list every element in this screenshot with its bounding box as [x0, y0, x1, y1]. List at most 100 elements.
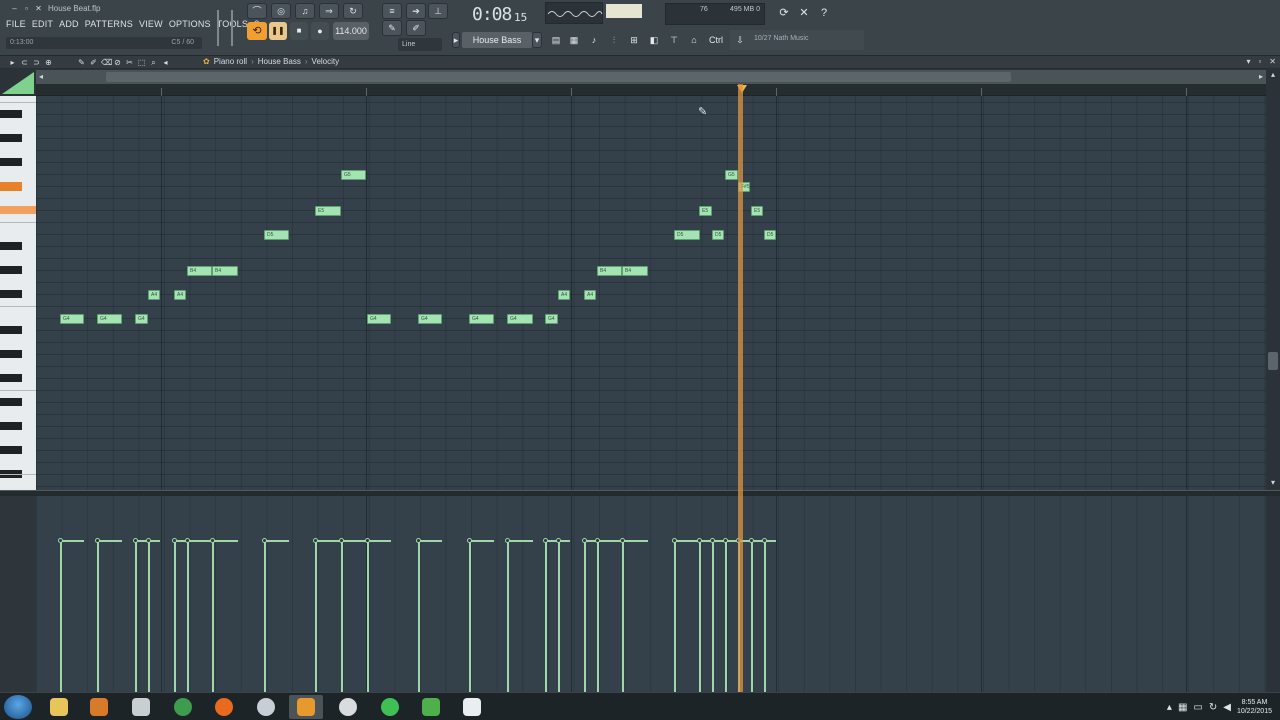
maximize-icon[interactable]: ▫: [1258, 57, 1261, 66]
online-icon[interactable]: Ctrl: [706, 32, 726, 48]
velocity-stem[interactable]: [674, 540, 676, 692]
velocity-handle[interactable]: [172, 538, 177, 543]
note[interactable]: E5: [699, 206, 712, 216]
black-key[interactable]: [0, 110, 22, 118]
browser-icon[interactable]: ⊞: [626, 32, 642, 48]
velocity-stem[interactable]: [751, 540, 753, 692]
note[interactable]: A4: [558, 290, 570, 300]
stop-button[interactable]: ■: [290, 22, 308, 40]
brush-tool-icon[interactable]: ✐: [89, 57, 98, 68]
touch-controller-icon[interactable]: ⊤: [666, 32, 682, 48]
note[interactable]: G4: [97, 314, 122, 324]
highlighted-key[interactable]: [0, 182, 22, 191]
system-clock[interactable]: 8:55 AM 10/22/2015: [1237, 698, 1272, 716]
record-button[interactable]: ●: [311, 22, 329, 40]
velocity-handle[interactable]: [710, 538, 715, 543]
loop-record-icon[interactable]: ↻: [343, 3, 363, 19]
spotify-task[interactable]: [373, 695, 407, 719]
black-key[interactable]: [0, 134, 22, 142]
close-icon[interactable]: ✕: [34, 4, 43, 13]
velocity-stem[interactable]: [712, 540, 714, 692]
step-edit-icon[interactable]: ♫: [295, 3, 315, 19]
velocity-handle[interactable]: [95, 538, 100, 543]
black-key[interactable]: [0, 398, 22, 406]
velocity-stem[interactable]: [135, 540, 137, 692]
metronome-icon[interactable]: ⌒: [247, 3, 267, 19]
note[interactable]: D5: [764, 230, 776, 240]
velocity-stem[interactable]: [212, 540, 214, 692]
delete-tool-icon[interactable]: ⌫: [101, 57, 112, 68]
stamp-tool-icon[interactable]: ⊕: [44, 57, 53, 68]
velocity-stem[interactable]: [60, 540, 62, 692]
velocity-handle[interactable]: [672, 538, 677, 543]
black-key[interactable]: [0, 350, 22, 358]
breadcrumb-event[interactable]: Velocity: [312, 57, 340, 66]
playback-tool-icon[interactable]: ◂: [161, 57, 170, 68]
event-editor-target[interactable]: [0, 496, 36, 692]
camtasia-recorder-task[interactable]: [455, 695, 489, 719]
pencil-tool-icon[interactable]: ✎: [77, 57, 86, 68]
snap-icon[interactable]: ⊃: [32, 57, 41, 68]
black-key[interactable]: [0, 242, 22, 250]
note[interactable]: B4: [622, 266, 648, 276]
stamp-icon[interactable]: ⊥: [428, 3, 448, 19]
velocity-stem[interactable]: [367, 540, 369, 692]
menu-file[interactable]: FILE: [6, 17, 26, 31]
countdown-icon[interactable]: ◎: [271, 3, 291, 19]
velocity-handle[interactable]: [146, 538, 151, 543]
channel-selector[interactable]: ⇩ 10/27 Nath Music: [730, 30, 864, 50]
mute-tool-icon[interactable]: ⊘: [113, 57, 122, 68]
velocity-stem[interactable]: [584, 540, 586, 692]
black-key[interactable]: [0, 158, 22, 166]
velocity-handle[interactable]: [58, 538, 63, 543]
note[interactable]: G5: [341, 170, 366, 180]
scroll-down-icon[interactable]: ▾: [1266, 478, 1280, 487]
sync-icon[interactable]: ↻: [1209, 702, 1217, 713]
velocity-handle[interactable]: [620, 538, 625, 543]
black-key[interactable]: [0, 290, 22, 298]
velocity-stem[interactable]: [469, 540, 471, 692]
note[interactable]: G4: [418, 314, 442, 324]
velocity-editor[interactable]: [36, 496, 1266, 692]
note[interactable]: G4: [469, 314, 494, 324]
scroll-left-icon[interactable]: ◂: [36, 70, 46, 84]
snap-select[interactable]: Line: [398, 38, 442, 51]
velocity-stem[interactable]: [187, 540, 189, 692]
help-icon[interactable]: ?: [816, 5, 832, 21]
note[interactable]: G4: [507, 314, 533, 324]
note[interactable]: G5: [725, 170, 738, 180]
event-vertical-scrollbar[interactable]: [1266, 496, 1280, 692]
master-sliders[interactable]: [213, 6, 241, 50]
pattern-selector[interactable]: House Bass: [462, 32, 532, 48]
master-volume-slider[interactable]: [217, 10, 219, 46]
channel-rack-icon[interactable]: ▦: [566, 32, 582, 48]
note[interactable]: G4: [367, 314, 391, 324]
menu-view[interactable]: VIEW: [139, 17, 163, 31]
display-icon[interactable]: ▭: [1193, 702, 1202, 713]
blend-icon[interactable]: ⇒: [319, 3, 339, 19]
play-button[interactable]: ❚❚: [269, 22, 287, 40]
song-mode-button[interactable]: ⟲: [247, 22, 267, 40]
velocity-handle[interactable]: [339, 538, 344, 543]
file-explorer-task[interactable]: [42, 695, 76, 719]
tempo-display[interactable]: 114.000: [333, 22, 369, 40]
vertical-scroll-thumb[interactable]: [1268, 352, 1278, 370]
draw-icon[interactable]: ✎: [382, 20, 402, 36]
velocity-handle[interactable]: [313, 538, 318, 543]
piano-roll-icon[interactable]: ♪: [586, 32, 602, 48]
black-key[interactable]: [0, 266, 22, 274]
note[interactable]: D5: [674, 230, 700, 240]
velocity-handle[interactable]: [556, 538, 561, 543]
paint-icon[interactable]: ✐: [406, 20, 426, 36]
black-key[interactable]: [0, 326, 22, 334]
velocity-stem[interactable]: [341, 540, 343, 692]
x-tools-icon[interactable]: ✕: [796, 5, 812, 21]
velocity-handle[interactable]: [365, 538, 370, 543]
velocity-handle[interactable]: [762, 538, 767, 543]
close-icon[interactable]: ✕: [1269, 57, 1276, 66]
velocity-stem[interactable]: [418, 540, 420, 692]
menu-arrow-icon[interactable]: ▸: [8, 57, 17, 68]
minimize-icon[interactable]: ▾: [1246, 57, 1250, 66]
vertical-scrollbar[interactable]: ▴ ▾: [1266, 70, 1280, 490]
velocity-handle[interactable]: [467, 538, 472, 543]
